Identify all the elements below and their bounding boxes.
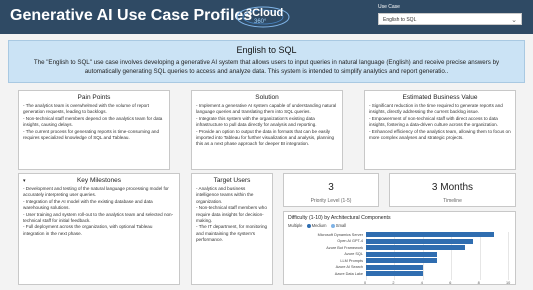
solution-title: Solution — [255, 94, 279, 101]
milestone-item: - Full deployment across the organizatio… — [23, 224, 153, 236]
pain-point-item: - The current process for generating rep… — [23, 128, 160, 141]
difficulty-chart-card: Difficulty (1-10) by Architectural Compo… — [283, 211, 516, 285]
chevron-down-icon: ⌄ — [511, 17, 517, 24]
milestone-item: - Development and testing of the natural… — [23, 186, 169, 198]
solution-item: - Implement a generative AI system capab… — [196, 103, 337, 115]
gridline — [479, 232, 481, 280]
category-label: Azure SQL — [344, 252, 363, 256]
milestone-item: - Integration of the AI model with the e… — [23, 198, 153, 211]
pain-points-card: Pain Points - The analytics team is over… — [18, 90, 170, 170]
category-label: Open AI GPT-4 — [337, 239, 363, 243]
x-tick-label: 8 — [477, 280, 480, 285]
business-value-item: - Significant reduction in the time requ… — [369, 103, 503, 115]
timeline-label: Timeline — [443, 198, 462, 204]
use-case-description: The "English to SQL" use case involves d… — [33, 59, 500, 75]
priority-kpi-card: 3 Priority Level (1-5) — [283, 173, 379, 207]
chart-bar[interactable] — [366, 264, 423, 270]
x-tick-label: 6 — [449, 280, 452, 285]
target-users-body: - Analytics and business intelligence te… — [192, 186, 272, 244]
solution-item: - Provide an option to output the data i… — [196, 128, 335, 147]
pain-point-item: - The analytics team is overwhelmed with… — [23, 103, 150, 115]
business-value-item: - Enhanced efficiency of the analytics t… — [369, 128, 511, 141]
milestones-card: ▾ Key Milestones - Development and testi… — [18, 173, 180, 285]
chart-bar[interactable] — [366, 251, 437, 257]
use-case-title: English to SQL — [236, 45, 297, 55]
category-label: Azure Data Lake — [334, 271, 363, 276]
milestone-item: - User training and system roll-out to t… — [23, 211, 174, 224]
milestones-body: - Development and testing of the natural… — [19, 186, 179, 237]
solution-body: - Implement a generative AI system capab… — [192, 103, 342, 148]
pain-points-body: - The analytics team is overwhelmed with… — [19, 103, 169, 141]
milestones-title: Key Milestones — [76, 177, 122, 184]
business-value-title: Estimated Business Value — [402, 94, 478, 101]
page-title: Generative AI Use Case Profiles — [10, 7, 253, 24]
timeline-kpi-card: 3 Months Timeline — [389, 173, 516, 207]
x-tick-label: 4 — [420, 280, 423, 285]
solution-card: Solution - Implement a generative AI sys… — [191, 90, 343, 170]
collapse-caret-icon[interactable]: ▾ — [23, 178, 26, 184]
business-value-card: Estimated Business Value - Significant r… — [364, 90, 516, 170]
target-users-title: Target Users — [213, 177, 251, 184]
priority-label: Priority Level (1-5) — [310, 198, 352, 204]
chart-bar[interactable] — [366, 238, 473, 244]
x-tick-label: 10 — [506, 280, 511, 285]
chart-bar[interactable] — [366, 271, 423, 276]
x-tick-label: 0 — [364, 280, 367, 285]
category-label: Azure Bot Framework — [326, 245, 363, 250]
category-label: Microsoft Dynamics Server — [317, 232, 363, 237]
business-value-item: - Empowerment of non-technical staff wit… — [369, 115, 498, 128]
timeline-value: 3 Months — [431, 182, 474, 193]
pain-points-title: Pain Points — [77, 94, 111, 101]
category-label: Azure AI Search — [335, 265, 363, 269]
target-users-card: Target Users - Analytics and business in… — [191, 173, 273, 285]
company-logo: 3Cloud 360° — [228, 4, 298, 30]
use-case-label: Use Case — [378, 4, 400, 10]
summary-banner: English to SQL The "English to SQL" use … — [8, 40, 525, 83]
chart-plot-area: 0 2 4 6 8 10 Microsoft Dynamics Server Open AI … — [284, 212, 517, 286]
target-user-item: - Analytics and business intelligence te… — [196, 186, 254, 198]
category-label: LLM Prompts — [340, 258, 363, 263]
solution-item: - Integrate this system with the organiz… — [196, 115, 317, 128]
use-case-dropdown[interactable]: English to SQL ⌄ — [378, 13, 522, 25]
header-bar: Generative AI Use Case Profiles 3Cloud 3… — [0, 0, 533, 34]
target-user-item: - The IT department, for monitoring and … — [196, 224, 268, 243]
pain-point-item: - Non-technical staff members depend on … — [23, 115, 163, 128]
logo-text: 3Cloud — [246, 7, 284, 19]
logo-sub: 360° — [254, 19, 267, 25]
dashboard-page: Generative AI Use Case Profiles 3Cloud 3… — [0, 0, 533, 290]
business-value-body: - Significant reduction in the time requ… — [365, 103, 515, 141]
target-user-item: - Non-technical staff members who requir… — [196, 205, 267, 224]
priority-value: 3 — [328, 182, 334, 193]
chart-bar[interactable] — [366, 245, 466, 250]
chart-bar[interactable] — [366, 258, 437, 263]
use-case-selected: English to SQL — [383, 17, 417, 23]
x-tick-label: 2 — [392, 280, 395, 285]
gridline — [508, 232, 509, 280]
chart-bar[interactable] — [366, 232, 494, 237]
